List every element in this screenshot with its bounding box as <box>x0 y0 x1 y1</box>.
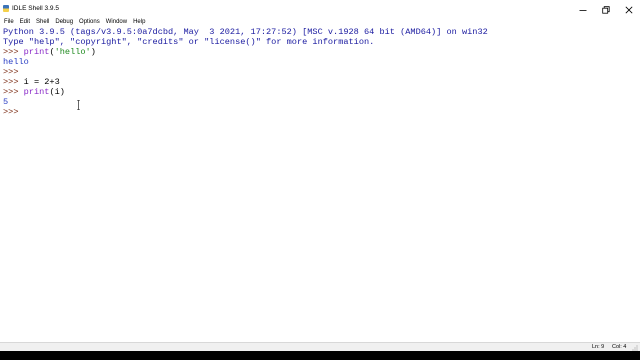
shell-prompt: >>> <box>3 107 24 117</box>
shell-command-line: >>> <box>3 67 24 77</box>
restore-icon <box>602 5 610 14</box>
menu-window[interactable]: Window <box>106 19 127 25</box>
shell-command-line: >>> print('hello') <box>3 47 96 57</box>
builtin-keyword: print <box>23 87 50 97</box>
text-cursor-icon <box>77 100 80 110</box>
shell-command-text: (i) <box>49 87 65 97</box>
menu-file[interactable]: File <box>4 19 14 25</box>
shell-output: 5 <box>3 97 9 107</box>
shell-prompt: >>> <box>3 67 24 77</box>
menu-edit[interactable]: Edit <box>20 19 30 25</box>
python-app-icon <box>3 5 9 12</box>
close-button[interactable] <box>622 4 636 15</box>
window-title: IDLE Shell 3.9.5 <box>12 5 59 12</box>
menu-debug[interactable]: Debug <box>55 19 73 25</box>
shell-prompt: >>> <box>3 47 24 57</box>
shell-prompt: >>> <box>3 77 24 87</box>
shell-prompt: >>> <box>3 87 24 97</box>
resize-grip-icon[interactable] <box>632 345 638 351</box>
close-icon <box>625 6 633 13</box>
string-literal: 'hello' <box>54 47 91 57</box>
builtin-keyword: print <box>23 47 50 57</box>
banner-line-info: Type "help", "copyright", "credits" or "… <box>3 37 375 47</box>
status-line-number: Ln: 9 <box>592 344 605 350</box>
maximize-button[interactable] <box>599 4 613 15</box>
minimize-button[interactable] <box>576 4 590 15</box>
shell-active-prompt-line[interactable]: >>> <box>3 107 24 117</box>
paren-close: ) <box>90 47 96 57</box>
minimize-icon <box>579 9 587 11</box>
shell-command-text: i = 2+3 <box>23 77 60 87</box>
banner-line-version: Python 3.9.5 (tags/v3.9.5:0a7dcbd, May 3… <box>3 27 488 37</box>
shell-output: hello <box>3 57 29 67</box>
shell-text-area[interactable]: Python 3.9.5 (tags/v3.9.5:0a7dcbd, May 3… <box>0 27 640 340</box>
status-bar: Ln: 9 Col: 4 <box>0 342 640 351</box>
shell-command-line: >>> i = 2+3 <box>3 77 60 87</box>
status-column-number: Col: 4 <box>612 344 627 350</box>
menu-options[interactable]: Options <box>79 19 100 25</box>
menu-shell[interactable]: Shell <box>36 19 49 25</box>
shell-command-line: >>> print(i) <box>3 87 65 97</box>
menu-help[interactable]: Help <box>133 19 145 25</box>
idle-shell-window: IDLE Shell 3.9.5 File Edit Shell Debug O… <box>0 0 640 351</box>
menu-bar: File Edit Shell Debug Options Window Hel… <box>0 17 640 27</box>
title-bar[interactable]: IDLE Shell 3.9.5 <box>0 0 640 17</box>
